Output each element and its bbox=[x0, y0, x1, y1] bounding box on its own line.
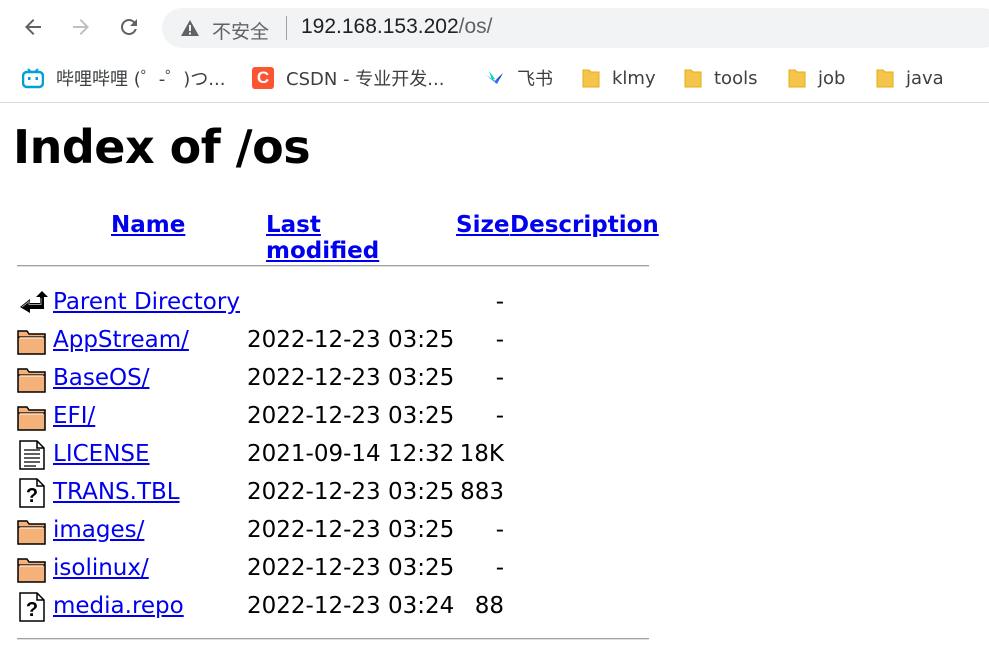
column-header-size: Size bbox=[456, 212, 509, 238]
folder-icon bbox=[17, 406, 46, 431]
address-bar[interactable]: 不安全 192.168.153.202/os/ bbox=[162, 8, 989, 48]
bookmark-bilibili[interactable]: 哔哩哔哩 (゜-゜)つ... bbox=[22, 66, 225, 90]
forward-button[interactable] bbox=[66, 12, 96, 42]
divider bbox=[17, 265, 649, 267]
entry-link[interactable]: AppStream/ bbox=[53, 327, 189, 353]
warning-icon bbox=[181, 20, 199, 36]
feishu-icon bbox=[486, 71, 503, 84]
bookmark-csdn[interactable]: C CSDN - 专业开发... bbox=[252, 66, 444, 90]
divider bbox=[17, 638, 649, 640]
bookmark-label: java bbox=[906, 67, 944, 89]
page-title: Index of /os bbox=[13, 120, 311, 174]
bookmark-folder-java[interactable]: java bbox=[876, 66, 944, 90]
url-path: /os/ bbox=[458, 15, 493, 38]
table-row: BaseOS/ 2022-12-23 03:25 - bbox=[16, 362, 656, 400]
entry-date: 2021-09-14 12:32 bbox=[247, 441, 455, 467]
arrow-left-icon bbox=[25, 19, 41, 35]
entry-date: 2022-12-23 03:24 bbox=[247, 593, 455, 619]
column-header-description: Description bbox=[510, 212, 659, 238]
entry-date: 2022-12-23 03:25 bbox=[247, 327, 455, 353]
entry-link[interactable]: images/ bbox=[53, 517, 144, 543]
table-row: Parent Directory - bbox=[16, 286, 656, 324]
sort-by-name-link[interactable]: Name bbox=[111, 212, 185, 238]
folder-icon bbox=[17, 368, 46, 393]
entry-size: 18K bbox=[459, 441, 504, 467]
folder-icon bbox=[17, 330, 46, 355]
bookmarks-bar: 哔哩哔哩 (゜-゜)つ... C CSDN - 专业开发... 飞书 klmy … bbox=[0, 56, 989, 103]
bookmark-folder-job[interactable]: job bbox=[788, 66, 845, 90]
entry-link[interactable]: isolinux/ bbox=[53, 555, 149, 581]
entry-link[interactable]: media.repo bbox=[53, 593, 184, 619]
entry-link[interactable]: LICENSE bbox=[53, 441, 150, 467]
entry-date: 2022-12-23 03:25 bbox=[247, 479, 455, 505]
reload-icon bbox=[120, 18, 137, 35]
entry-size: - bbox=[495, 365, 504, 391]
bookmark-label: job bbox=[818, 67, 846, 89]
entry-date: 2022-12-23 03:25 bbox=[247, 517, 455, 543]
table-row: LICENSE 2021-09-14 12:32 18K bbox=[16, 438, 656, 476]
entry-date: 2022-12-23 03:25 bbox=[247, 403, 455, 429]
table-row: EFI/ 2022-12-23 03:25 - bbox=[16, 400, 656, 438]
folder-icon bbox=[788, 69, 806, 88]
folder-icon bbox=[582, 69, 600, 88]
url-text[interactable]: 192.168.153.202/os/ bbox=[301, 15, 493, 39]
url-host: 192.168.153.202 bbox=[301, 15, 459, 38]
bookmark-label: 飞书 bbox=[517, 69, 553, 90]
bilibili-icon bbox=[22, 68, 44, 89]
security-label[interactable]: 不安全 bbox=[212, 17, 269, 44]
svg-text:?: ? bbox=[26, 599, 38, 621]
sort-by-size-link[interactable]: Size bbox=[456, 212, 509, 238]
text-file-icon bbox=[19, 440, 45, 470]
entry-size: - bbox=[495, 327, 504, 353]
entry-link[interactable]: TRANS.TBL bbox=[53, 479, 180, 505]
back-icon bbox=[20, 291, 48, 313]
table-row: images/ 2022-12-23 03:25 - bbox=[16, 514, 656, 552]
csdn-icon: C bbox=[252, 67, 274, 89]
arrow-right-icon bbox=[73, 19, 89, 35]
table-row: AppStream/ 2022-12-23 03:25 - bbox=[16, 324, 656, 362]
entry-size: 883 bbox=[460, 479, 504, 505]
entry-link[interactable]: Parent Directory bbox=[53, 289, 240, 315]
bookmark-folder-tools[interactable]: tools bbox=[684, 66, 757, 90]
entry-date: 2022-12-23 03:25 bbox=[247, 365, 455, 391]
folder-icon bbox=[17, 520, 46, 545]
unknown-file-icon: ? bbox=[19, 592, 45, 622]
bookmark-label: tools bbox=[714, 67, 758, 89]
folder-icon bbox=[876, 69, 894, 88]
unknown-file-icon: ? bbox=[19, 478, 45, 508]
bookmark-folder-klmy[interactable]: klmy bbox=[582, 66, 656, 90]
entry-link[interactable]: BaseOS/ bbox=[53, 365, 149, 391]
entry-size: - bbox=[495, 517, 504, 543]
entry-date: 2022-12-23 03:25 bbox=[247, 555, 455, 581]
entry-link[interactable]: EFI/ bbox=[53, 403, 95, 429]
table-row: ? TRANS.TBL 2022-12-23 03:25 883 bbox=[16, 476, 656, 514]
sort-by-last-modified-link[interactable]: Last modified bbox=[266, 212, 379, 264]
back-button[interactable] bbox=[18, 12, 48, 42]
bookmark-label: CSDN - 专业开发... bbox=[286, 69, 445, 90]
entry-size: 88 bbox=[474, 593, 504, 619]
table-row: ? media.repo 2022-12-23 03:24 88 bbox=[16, 590, 656, 628]
table-row: isolinux/ 2022-12-23 03:25 - bbox=[16, 552, 656, 590]
entry-size: - bbox=[495, 403, 504, 429]
column-header-name: Name bbox=[111, 212, 185, 238]
svg-text:?: ? bbox=[26, 485, 38, 507]
folder-icon bbox=[17, 558, 46, 583]
column-header-last-modified: Last modified bbox=[266, 212, 379, 264]
separator bbox=[286, 16, 287, 40]
entry-size: - bbox=[495, 555, 504, 581]
bookmark-feishu[interactable]: 飞书 bbox=[483, 66, 553, 90]
browser-toolbar: 不安全 192.168.153.202/os/ bbox=[0, 0, 989, 56]
reload-button[interactable] bbox=[114, 12, 144, 42]
sort-by-description-link[interactable]: Description bbox=[510, 212, 659, 238]
bookmark-label: klmy bbox=[612, 67, 656, 89]
folder-icon bbox=[684, 69, 702, 88]
entry-size: - bbox=[495, 289, 504, 315]
bookmark-label: 哔哩哔哩 (゜-゜)つ... bbox=[56, 69, 226, 90]
